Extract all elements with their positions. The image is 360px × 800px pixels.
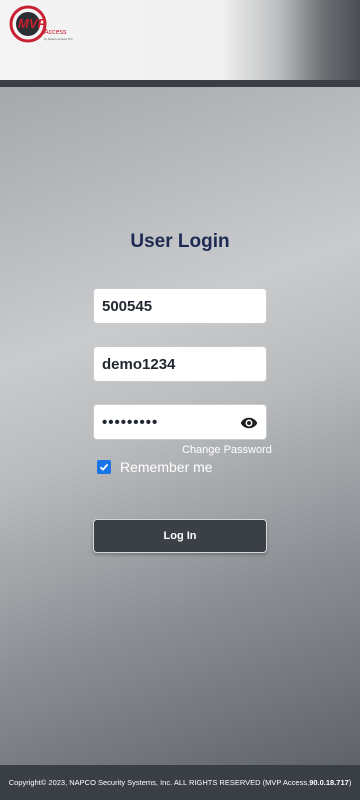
- version-number: 90.0.18.717: [309, 778, 349, 787]
- checkmark-icon: [99, 463, 109, 471]
- header-divider: [0, 80, 360, 87]
- copyright-footer: Copyright© 2023, NAPCO Security Systems,…: [0, 765, 360, 800]
- app-header: MVP Access by Napco Access Pro: [0, 0, 360, 80]
- remember-me-label: Remember me: [120, 459, 213, 475]
- page-title: User Login: [130, 231, 230, 252]
- remember-me-checkbox[interactable]: [97, 460, 111, 474]
- logo-tagline: by Napco Access Pro: [44, 37, 73, 41]
- copyright-text: Copyright© 2023, NAPCO Security Systems,…: [8, 778, 310, 787]
- eye-icon[interactable]: [240, 414, 258, 432]
- password-value: •••••••••: [102, 413, 159, 431]
- secondary-field-value: demo1234: [102, 355, 176, 373]
- logo-subtext: Access: [44, 29, 67, 36]
- password-field[interactable]: •••••••••: [93, 404, 267, 440]
- login-button[interactable]: Log In: [93, 519, 267, 553]
- copyright-suffix: ): [348, 778, 352, 787]
- logo-text: MVP: [18, 16, 47, 31]
- username-field[interactable]: 500545: [93, 288, 267, 324]
- username-value: 500545: [102, 297, 153, 315]
- change-password-link[interactable]: Change Password: [182, 444, 272, 456]
- mvp-access-logo: MVP Access by Napco Access Pro: [9, 5, 73, 43]
- remember-me-row: Remember me: [97, 459, 213, 475]
- secondary-login-field[interactable]: demo1234: [93, 346, 267, 382]
